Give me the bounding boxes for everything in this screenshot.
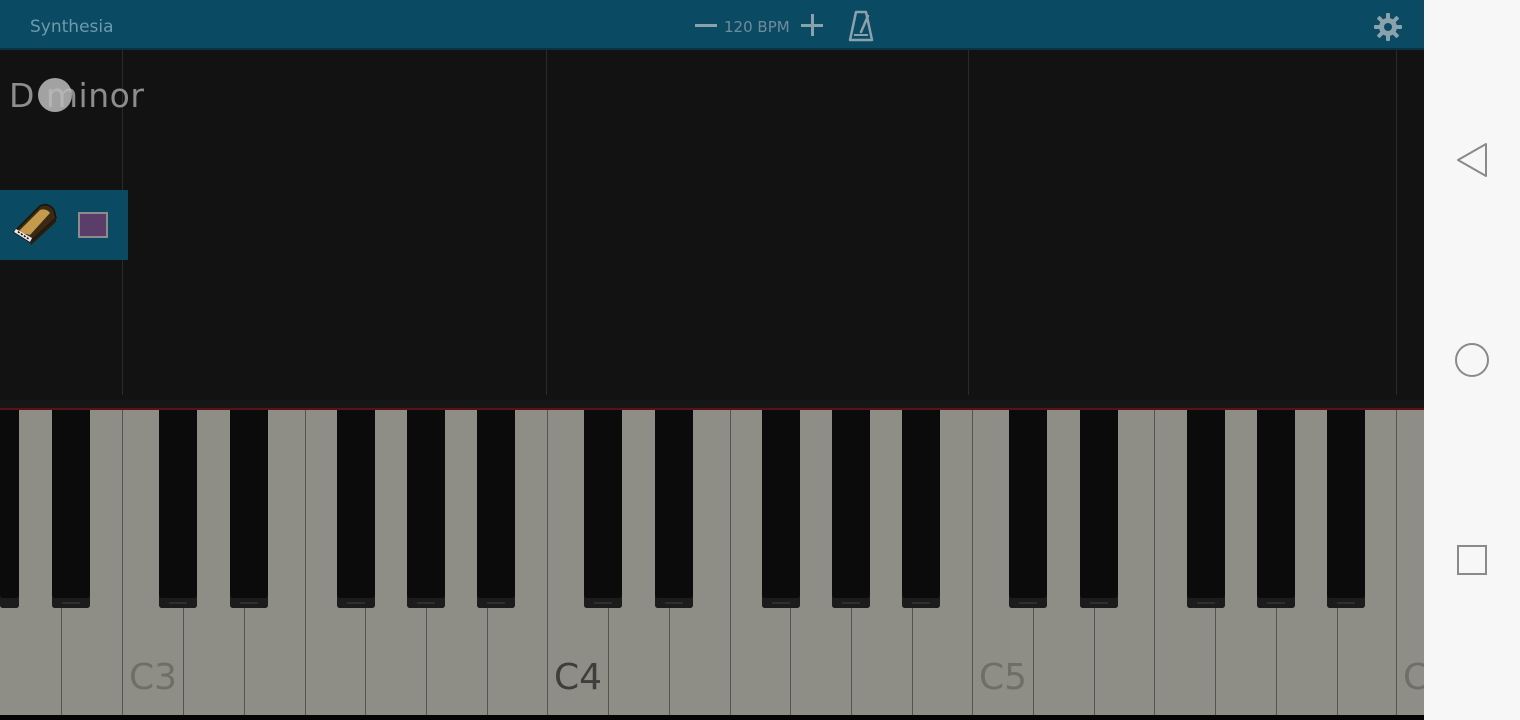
key-label-partial: C [1403,657,1424,698]
black-key[interactable] [1009,410,1047,608]
recent-square-icon[interactable] [1452,540,1492,580]
metronome-icon[interactable] [848,10,874,42]
tempo-decrease-button[interactable] [693,12,719,38]
black-key[interactable] [1327,410,1365,608]
black-key[interactable] [832,410,870,608]
song-title: D minor [9,76,145,115]
touch-indicator [38,78,72,112]
measure-line [546,50,547,395]
black-key[interactable] [407,410,445,608]
key-label-c3: C3 [129,657,178,698]
key-label-c5: C5 [979,657,1028,698]
tempo-increase-button[interactable] [799,12,825,38]
measure-line [1396,50,1397,395]
black-key[interactable] [477,410,515,608]
home-circle-icon[interactable] [1452,340,1492,380]
black-key[interactable] [337,410,375,608]
black-key[interactable] [1080,410,1118,608]
black-key[interactable] [1187,410,1225,608]
track-panel[interactable] [0,190,128,260]
android-navigation-bar [1424,0,1520,720]
black-key[interactable] [762,410,800,608]
app-title: Synthesia [30,17,114,37]
song-area[interactable]: D minor [0,50,1424,400]
synthesia-app: Synthesia 120 BPM D minor C3 C4 C5 C [0,0,1424,720]
black-key[interactable] [1257,410,1295,608]
black-key[interactable] [159,410,197,608]
black-key[interactable] [584,410,622,608]
black-key[interactable] [0,410,19,608]
black-key[interactable] [655,410,693,608]
measure-line [968,50,969,395]
piano-keyboard[interactable]: C3 C4 C5 C [0,410,1424,715]
black-key[interactable] [52,410,90,608]
piano-icon[interactable] [10,202,60,246]
minus-icon [695,24,717,27]
key-label-c4: C4 [554,657,603,698]
track-color-swatch[interactable] [78,212,108,238]
black-key[interactable] [902,410,940,608]
gear-icon[interactable] [1372,11,1404,43]
tempo-label: 120 BPM [724,18,790,36]
keyboard-top-edge [0,400,1424,410]
black-key[interactable] [230,410,268,608]
bottom-edge [0,715,1424,720]
back-triangle-icon[interactable] [1452,140,1492,180]
top-bar: Synthesia 120 BPM [0,0,1424,50]
